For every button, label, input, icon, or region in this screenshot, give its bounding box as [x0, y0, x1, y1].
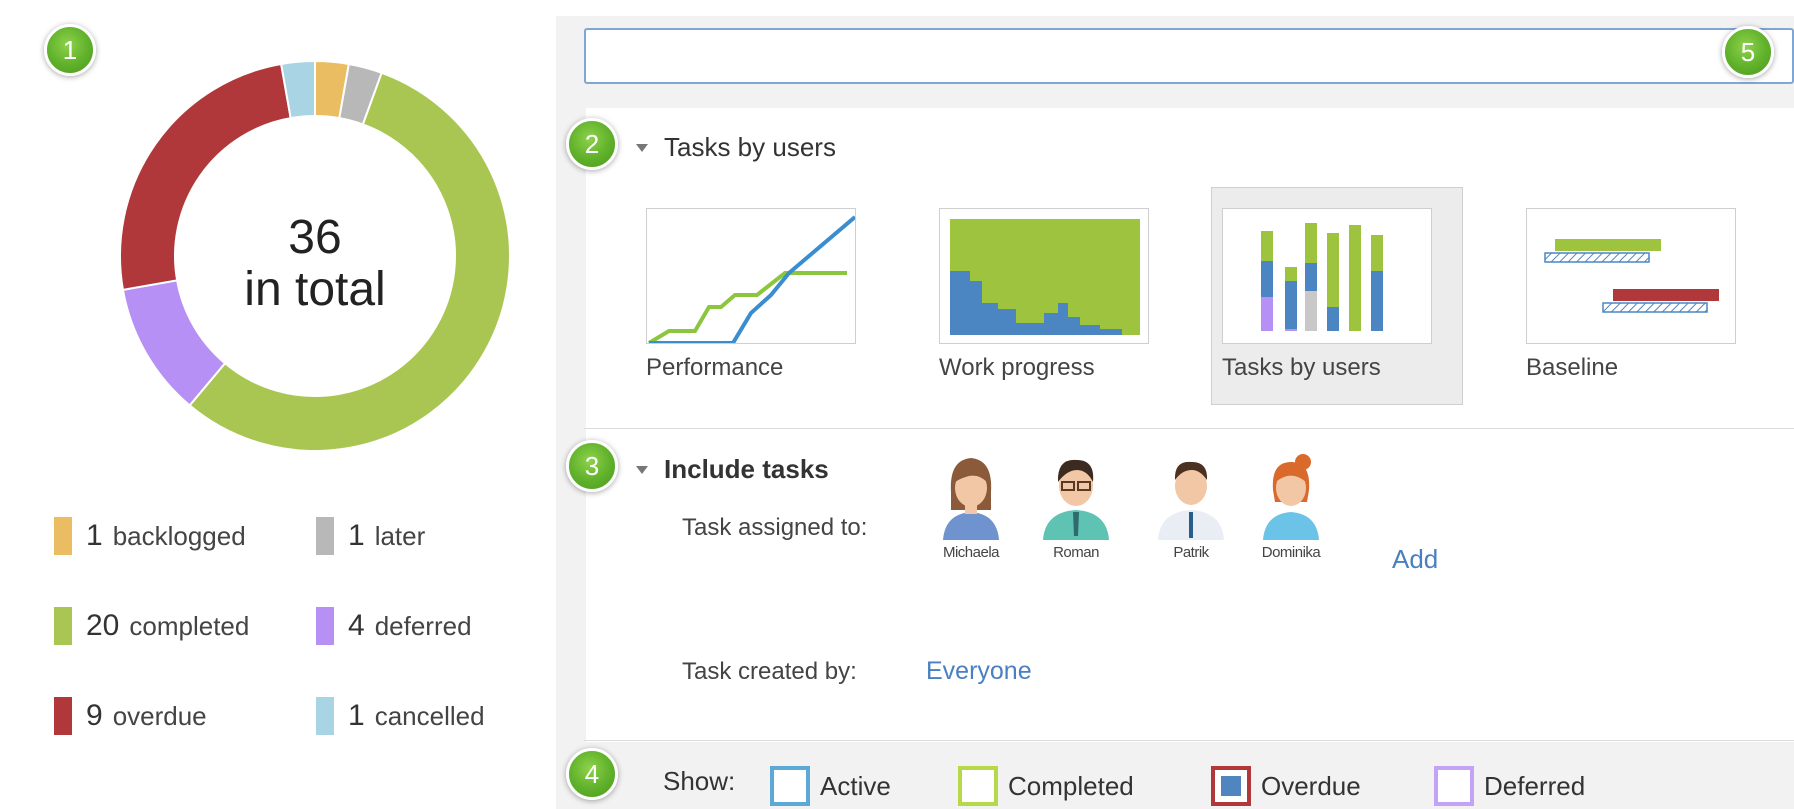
checkbox-fill [1442, 774, 1466, 798]
callout-badge-5: 5 [1722, 26, 1774, 78]
checkbox-fill [1219, 774, 1243, 798]
show-label-wrap: Show: [663, 766, 735, 797]
legend-count: 4 [348, 609, 365, 642]
chart-tile-tasks-by-users[interactable]: Tasks by users [1211, 187, 1463, 405]
show-filter-row [556, 742, 1794, 809]
add-assignee-link[interactable]: Add [1392, 544, 1438, 575]
avatar [943, 458, 999, 540]
filter-active[interactable]: Active [770, 766, 891, 806]
callout-badge-4: 4 [566, 748, 618, 800]
assignee-name: Dominika [1261, 544, 1321, 561]
deferred-checkbox[interactable] [1434, 766, 1474, 806]
assignee-roman[interactable]: Roman [1031, 452, 1121, 561]
legend-label: overdue [112, 700, 207, 731]
section-tasks-by-users[interactable]: Tasks by users [636, 132, 836, 163]
filter-completed[interactable]: Completed [958, 766, 1134, 806]
chart-tile-work-progress[interactable]: Work progress [929, 188, 1181, 406]
performance-thumbnail [646, 208, 856, 344]
filter-label: Deferred [1484, 770, 1586, 801]
legend-label: later [374, 520, 426, 551]
area-chart-icon [950, 219, 1140, 335]
work-progress-thumbnail [939, 208, 1149, 344]
active-checkbox[interactable] [770, 766, 810, 806]
collapse-caret-icon[interactable] [636, 465, 648, 474]
gantt-chart-icon [1544, 239, 1719, 313]
callout-badge-3: 3 [566, 440, 618, 492]
section-title: Tasks by users [664, 132, 836, 162]
legend-item-later: 1 later [316, 516, 425, 556]
avatar [1043, 459, 1109, 540]
legend-swatch [316, 517, 334, 555]
legend-swatch [54, 517, 72, 555]
legend-count: 1 [348, 519, 365, 552]
legend-label: deferred [374, 610, 472, 641]
overdue-checkbox[interactable] [1211, 766, 1251, 806]
legend-count: 1 [348, 699, 365, 732]
legend-count: 1 [86, 519, 103, 552]
legend-label: cancelled [374, 700, 485, 731]
assigned-to-label: Task assigned to: [682, 514, 868, 541]
filter-label: Active [820, 770, 891, 801]
chart-tile-baseline[interactable]: Baseline [1516, 188, 1768, 406]
callout-badge-1: 1 [44, 24, 96, 76]
task-summary-panel: 36 in total 1 backlogged 1 later 20 comp… [0, 0, 540, 809]
total-count-label: 36 in total [200, 212, 430, 316]
avatar [1263, 454, 1319, 540]
legend-label: completed [129, 610, 250, 641]
section-title: Include tasks [664, 454, 829, 484]
assignee-name: Michaela [942, 544, 1000, 561]
show-label: Show: [663, 766, 736, 796]
section-include-tasks[interactable]: Include tasks [636, 454, 829, 485]
callout-badge-2: 2 [566, 118, 618, 170]
assignee-name: Patrik [1173, 544, 1209, 561]
legend-count: 9 [86, 699, 103, 732]
line-chart-icon [647, 215, 855, 343]
search-input[interactable] [584, 28, 1794, 84]
filter-overdue[interactable]: Overdue [1211, 766, 1361, 806]
chart-label: Performance [646, 354, 784, 381]
legend-item-backlogged: 1 backlogged [54, 516, 246, 556]
assignee-dominika[interactable]: Dominika [1246, 452, 1336, 561]
legend-swatch [316, 697, 334, 735]
section-divider [584, 740, 1794, 741]
filter-label: Overdue [1261, 770, 1361, 801]
checkbox-fill [966, 774, 990, 798]
legend-swatch [54, 607, 72, 645]
legend-count: 20 [86, 609, 120, 642]
legend-item-overdue: 9 overdue [54, 696, 207, 736]
avatar [1158, 461, 1224, 540]
legend-label: backlogged [112, 520, 246, 551]
assignee-name: Roman [1053, 544, 1099, 561]
created-by-selector[interactable]: Everyone [926, 657, 1032, 686]
tasks-by-users-thumbnail [1222, 208, 1432, 344]
legend-item-cancelled: 1 cancelled [316, 696, 485, 736]
total-text: in total [244, 263, 386, 316]
total-number: 36 [288, 211, 342, 264]
collapse-caret-icon[interactable] [636, 143, 648, 152]
assignee-michaela[interactable]: Michaela [926, 452, 1016, 561]
created-by-label: Task created by: [682, 658, 857, 685]
filter-deferred[interactable]: Deferred [1434, 766, 1585, 806]
legend-item-deferred: 4 deferred [316, 606, 472, 646]
filter-label: Completed [1008, 770, 1134, 801]
baseline-thumbnail [1526, 208, 1736, 344]
section-divider [584, 428, 1794, 429]
checkbox-fill [778, 774, 802, 798]
chart-label: Baseline [1526, 354, 1619, 381]
chart-tile-performance[interactable]: Performance [636, 188, 888, 406]
completed-checkbox[interactable] [958, 766, 998, 806]
chart-label: Tasks by users [1222, 354, 1381, 381]
chart-label: Work progress [939, 354, 1095, 381]
legend-swatch [54, 697, 72, 735]
legend-swatch [316, 607, 334, 645]
legend-item-completed: 20 completed [54, 606, 249, 646]
stacked-bar-chart-icon [1261, 223, 1383, 331]
assignee-patrik[interactable]: Patrik [1146, 452, 1236, 561]
